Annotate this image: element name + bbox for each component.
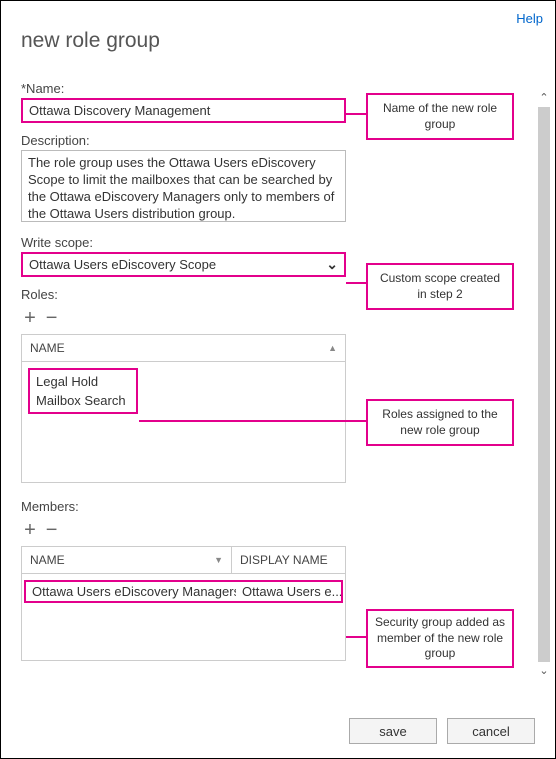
remove-role-icon[interactable]: − <box>43 308 61 328</box>
remove-member-icon[interactable]: − <box>43 520 61 540</box>
connector <box>346 113 366 115</box>
scroll-down-icon[interactable]: ⌄ <box>537 664 551 678</box>
description-label: Description: <box>21 133 331 148</box>
write-scope-select[interactable]: Ottawa Users eDiscovery Scope ⌄ <box>21 252 346 277</box>
roles-header-name[interactable]: NAME ▲ <box>22 335 345 361</box>
description-textarea[interactable]: The role group uses the Ottawa Users eDi… <box>21 150 346 222</box>
callout-scope: Custom scope created in step 2 <box>366 263 514 310</box>
members-label: Members: <box>21 499 331 514</box>
member-row[interactable]: Ottawa Users eDiscovery Managers Ottawa … <box>24 580 343 603</box>
members-header-display[interactable]: DISPLAY NAME <box>232 547 345 573</box>
name-label: *Name: <box>21 81 331 96</box>
help-link[interactable]: Help <box>516 11 543 26</box>
write-scope-label: Write scope: <box>21 235 331 250</box>
scroll-up-icon[interactable]: ⌃ <box>537 91 551 105</box>
add-member-icon[interactable]: + <box>21 520 39 540</box>
callout-roles: Roles assigned to the new role group <box>366 399 514 446</box>
write-scope-value: Ottawa Users eDiscovery Scope <box>29 257 216 272</box>
sort-asc-icon: ▲ <box>328 343 337 353</box>
chevron-down-icon: ⌄ <box>326 256 338 273</box>
cancel-button[interactable]: cancel <box>447 718 535 744</box>
dropdown-icon: ▼ <box>214 555 223 565</box>
roles-selection: Legal Hold Mailbox Search <box>28 368 138 414</box>
role-item[interactable]: Legal Hold <box>34 372 132 391</box>
connector <box>346 636 366 638</box>
page-title: new role group <box>1 1 555 71</box>
save-button[interactable]: save <box>349 718 437 744</box>
add-role-icon[interactable]: + <box>21 308 39 328</box>
role-item[interactable]: Mailbox Search <box>34 391 132 410</box>
members-header-name[interactable]: NAME ▼ <box>22 547 232 573</box>
name-input[interactable] <box>21 98 346 123</box>
callout-members: Security group added as member of the ne… <box>366 609 514 668</box>
member-display: Ottawa Users e... <box>236 582 341 601</box>
roles-label: Roles: <box>21 287 331 302</box>
scroll-thumb[interactable] <box>538 107 550 662</box>
member-name: Ottawa Users eDiscovery Managers <box>26 582 236 601</box>
connector <box>346 282 366 284</box>
members-grid: NAME ▼ DISPLAY NAME Ottawa Users eDiscov… <box>21 546 346 661</box>
scrollbar[interactable]: ⌃ ⌄ <box>537 91 551 709</box>
roles-grid: NAME ▲ Legal Hold Mailbox Search <box>21 334 346 483</box>
callout-name: Name of the new role group <box>366 93 514 140</box>
connector <box>139 420 366 422</box>
